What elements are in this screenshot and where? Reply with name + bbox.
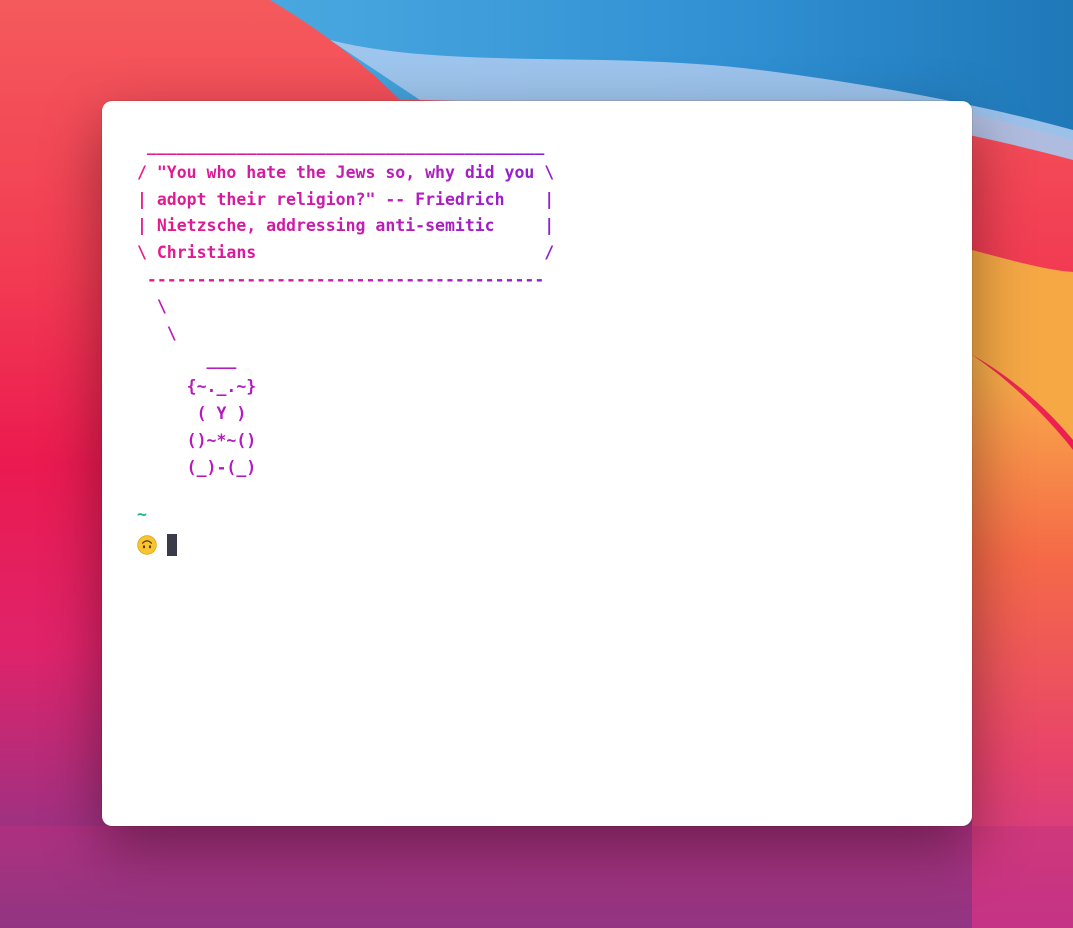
speech-bubble-top: ________________________________________: [137, 133, 554, 160]
ascii-figure-torso: ()~*~(): [137, 428, 554, 455]
terminal-output: ________________________________________…: [137, 133, 554, 481]
speech-bubble-line-3: | Nietzsche, addressing anti-semitic |: [137, 213, 554, 240]
ascii-figure-face: {~._.~}: [137, 374, 554, 401]
ascii-figure-feet: (_)-(_): [137, 455, 554, 482]
terminal-window[interactable]: ________________________________________…: [102, 101, 972, 826]
bubble-tail-1: \: [137, 294, 554, 321]
speech-bubble-line-4: \ Christians /: [137, 240, 554, 267]
speech-bubble-bottom: ----------------------------------------: [137, 267, 554, 294]
bubble-tail-2: \: [137, 321, 554, 348]
ascii-figure-body: ( Y ): [137, 401, 554, 428]
upside-down-face-icon: [137, 535, 157, 555]
ascii-figure-head-top: ___: [137, 347, 554, 374]
terminal-cursor[interactable]: [167, 534, 177, 556]
prompt-directory: ~: [137, 505, 147, 524]
prompt-line[interactable]: [137, 534, 177, 556]
speech-bubble-line-2: | adopt their religion?" -- Friedrich |: [137, 187, 554, 214]
speech-bubble-line-1: / "You who hate the Jews so, why did you…: [137, 160, 554, 187]
